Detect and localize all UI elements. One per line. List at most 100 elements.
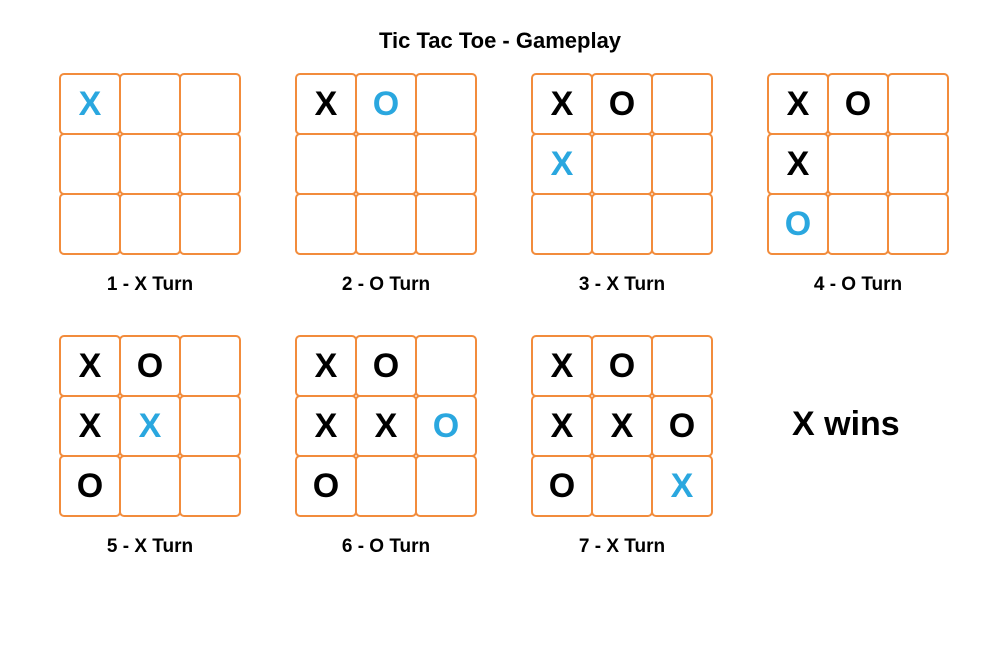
- cell: O: [767, 193, 829, 255]
- board-caption: 5 - X Turn: [107, 536, 193, 558]
- cell: [827, 133, 889, 195]
- cell: X: [767, 73, 829, 135]
- result-text: X wins: [792, 405, 900, 444]
- board-caption: 2 - O Turn: [342, 274, 430, 296]
- cell: [59, 193, 121, 255]
- cell: X: [531, 335, 593, 397]
- board-7: XOXXOOX: [532, 336, 712, 516]
- cell: X: [295, 395, 357, 457]
- cell: [295, 193, 357, 255]
- mark-x: X: [315, 87, 338, 121]
- cell: X: [767, 133, 829, 195]
- board-6: XOXXOO: [296, 336, 476, 516]
- cell: O: [531, 455, 593, 517]
- board-4: XOXO: [768, 74, 948, 254]
- cell: X: [531, 395, 593, 457]
- mark-x: X: [551, 87, 574, 121]
- cell: [415, 133, 477, 195]
- mark-o: O: [669, 409, 695, 443]
- cell: O: [295, 455, 357, 517]
- cell: [415, 73, 477, 135]
- mark-x: X: [671, 469, 694, 503]
- cell: O: [415, 395, 477, 457]
- mark-o: O: [785, 207, 811, 241]
- cell: X: [59, 395, 121, 457]
- mark-x: X: [787, 87, 810, 121]
- cell: [355, 455, 417, 517]
- mark-o: O: [433, 409, 459, 443]
- mark-x: X: [139, 409, 162, 443]
- cell: [415, 455, 477, 517]
- mark-x: X: [315, 409, 338, 443]
- cell: O: [355, 73, 417, 135]
- board-caption: 7 - X Turn: [579, 536, 665, 558]
- mark-x: X: [375, 409, 398, 443]
- mark-o: O: [609, 349, 635, 383]
- board-caption: 1 - X Turn: [107, 274, 193, 296]
- board-wrapper-3: X O X 3 - X Turn: [532, 74, 712, 296]
- cell: X: [295, 335, 357, 397]
- cell: [179, 193, 241, 255]
- cell: [415, 193, 477, 255]
- cell: [591, 133, 653, 195]
- cell: O: [591, 73, 653, 135]
- board-wrapper-5: XOXXO5 - X Turn: [60, 336, 240, 558]
- cell: [59, 133, 121, 195]
- cell: O: [59, 455, 121, 517]
- cell: [887, 193, 949, 255]
- cell: X: [355, 395, 417, 457]
- board-wrapper-6: XOXXOO6 - O Turn: [296, 336, 476, 558]
- mark-x: X: [79, 87, 102, 121]
- board-caption: 4 - O Turn: [814, 274, 902, 296]
- cell: X: [59, 335, 121, 397]
- cell: [355, 133, 417, 195]
- cell: X: [651, 455, 713, 517]
- cell: X: [591, 395, 653, 457]
- mark-o: O: [313, 469, 339, 503]
- mark-x: X: [551, 349, 574, 383]
- cell: O: [827, 73, 889, 135]
- cell: [887, 73, 949, 135]
- board-1: X: [60, 74, 240, 254]
- mark-o: O: [137, 349, 163, 383]
- cell: [651, 133, 713, 195]
- mark-o: O: [549, 469, 575, 503]
- cell: [179, 455, 241, 517]
- cell: [651, 335, 713, 397]
- board-wrapper-7: XOXXOOX7 - X Turn: [532, 336, 712, 558]
- mark-x: X: [551, 147, 574, 181]
- cell: [119, 455, 181, 517]
- cell: [531, 193, 593, 255]
- cell: [179, 73, 241, 135]
- cell: [179, 133, 241, 195]
- board-wrapper-2: XO 2 - O Turn: [296, 74, 476, 296]
- board-caption: 6 - O Turn: [342, 536, 430, 558]
- board-5: XOXXO: [60, 336, 240, 516]
- cell: [179, 395, 241, 457]
- cell: [887, 133, 949, 195]
- mark-o: O: [77, 469, 103, 503]
- board-caption: 3 - X Turn: [579, 274, 665, 296]
- cell: [651, 193, 713, 255]
- mark-x: X: [79, 349, 102, 383]
- cell: [179, 335, 241, 397]
- mark-x: X: [611, 409, 634, 443]
- cell: O: [355, 335, 417, 397]
- cell: O: [119, 335, 181, 397]
- mark-x: X: [787, 147, 810, 181]
- cell: [119, 73, 181, 135]
- board-wrapper-1: X 1 - X Turn: [60, 74, 240, 296]
- mark-o: O: [609, 87, 635, 121]
- page-title: Tic Tac Toe - Gameplay: [0, 0, 1000, 74]
- cell: O: [591, 335, 653, 397]
- cell: [119, 133, 181, 195]
- cell: [591, 455, 653, 517]
- board-3: X O X: [532, 74, 712, 254]
- cell: [295, 133, 357, 195]
- mark-x: X: [551, 409, 574, 443]
- cell: X: [295, 73, 357, 135]
- cell: [355, 193, 417, 255]
- mark-x: X: [79, 409, 102, 443]
- cell: [415, 335, 477, 397]
- mark-o: O: [845, 87, 871, 121]
